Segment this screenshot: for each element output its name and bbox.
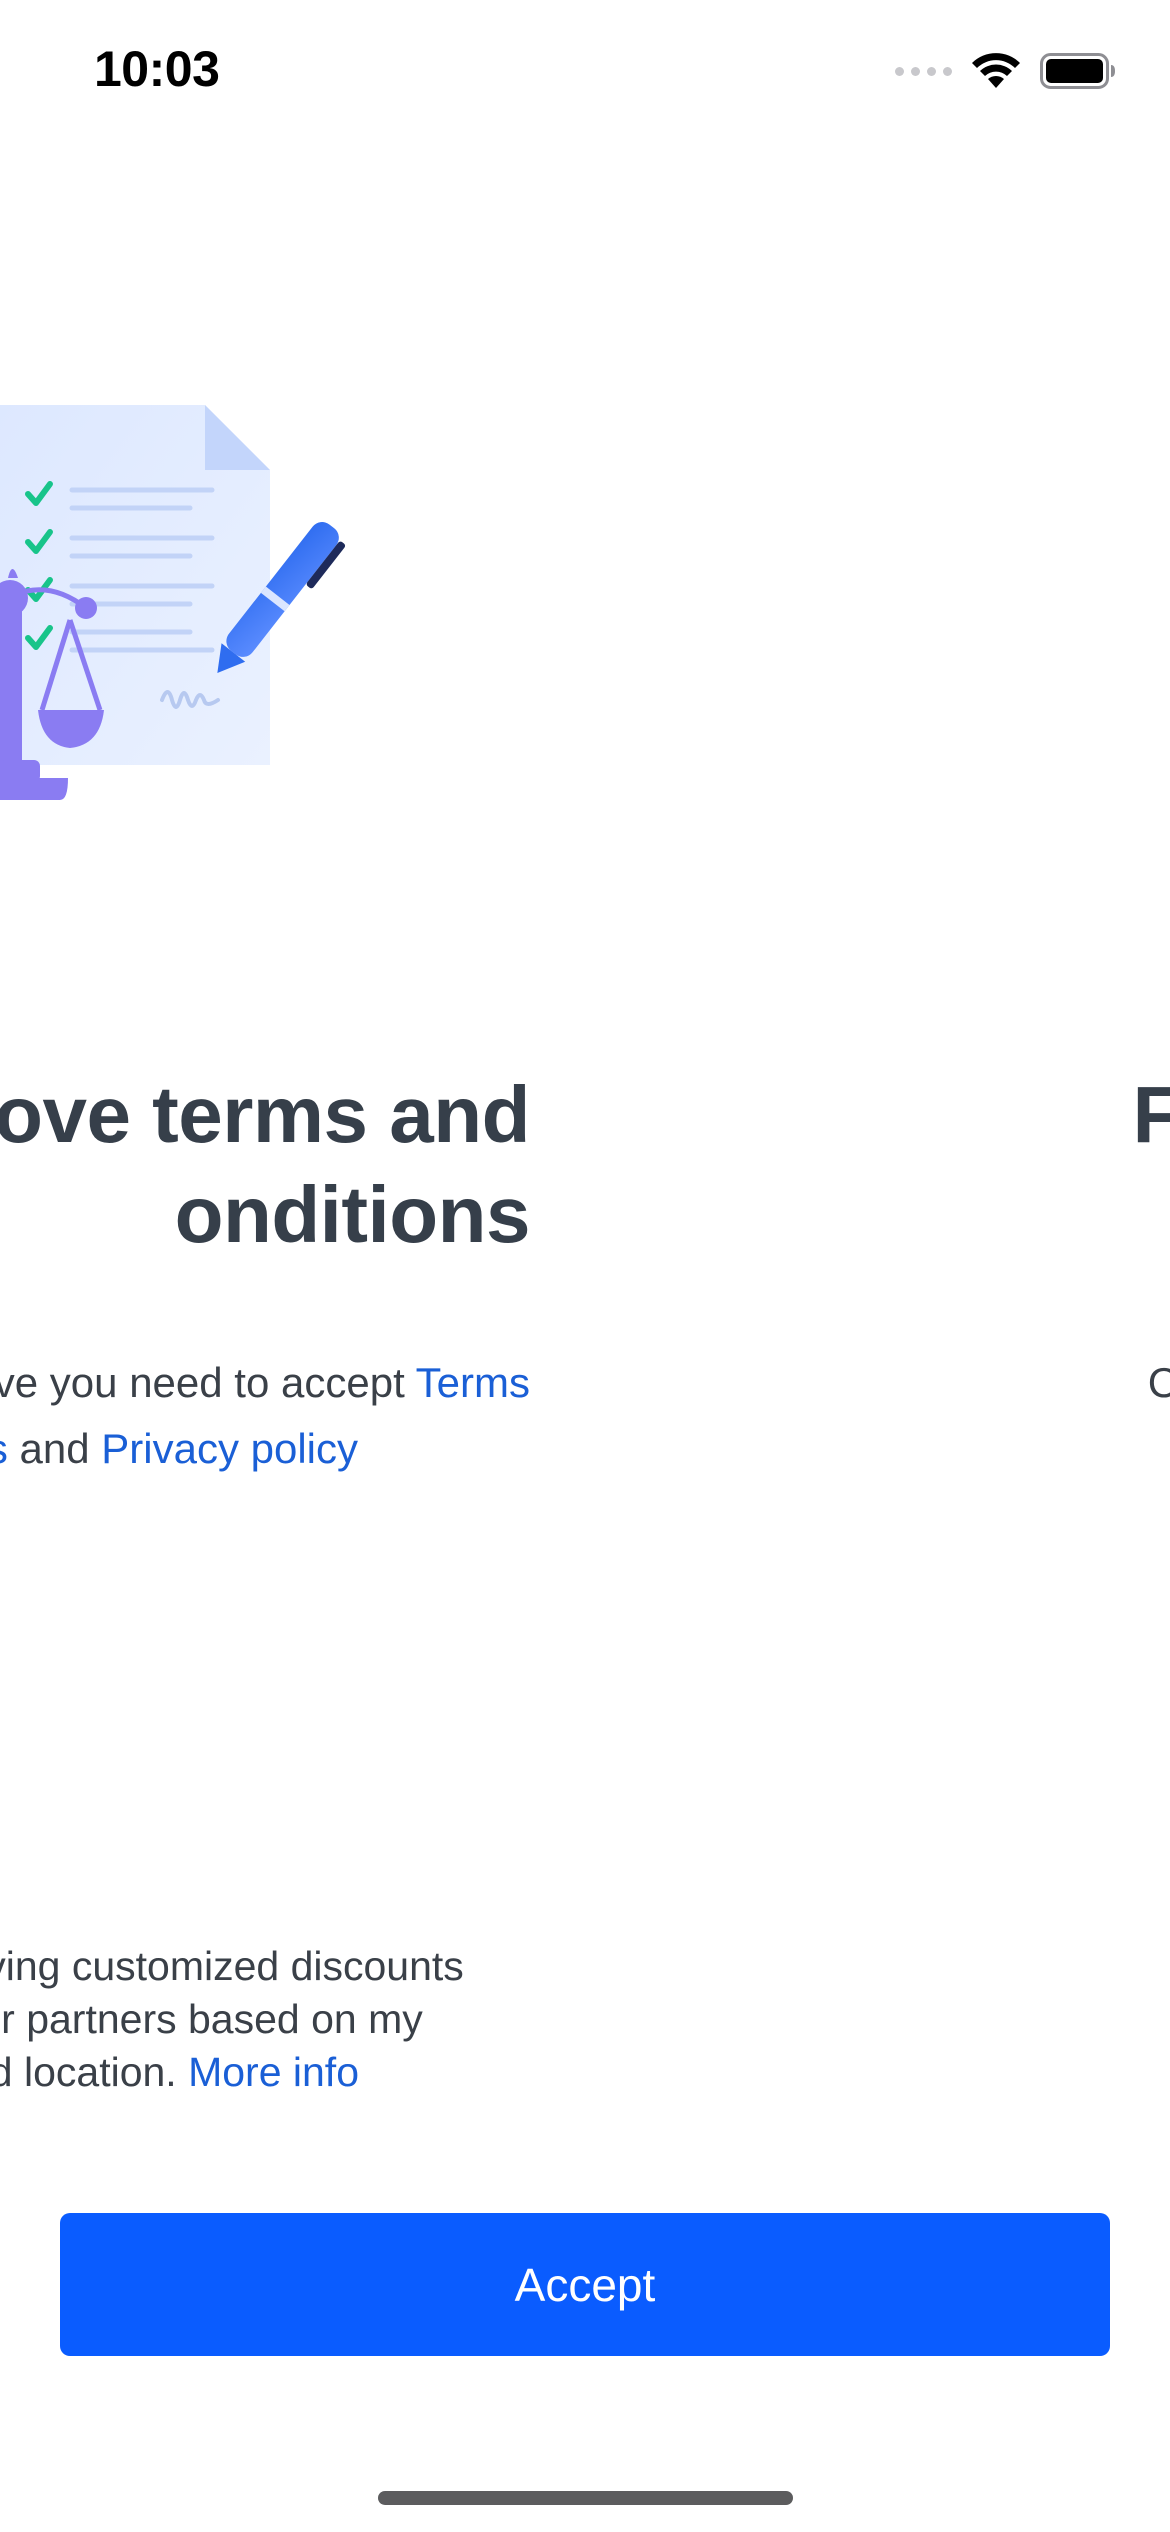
terms-link[interactable]: Terms: [416, 1359, 530, 1406]
body-text: plac: [760, 1416, 1170, 1482]
slide-title: ove terms and onditions: [0, 1065, 531, 1265]
slide-find: Find the f tr Citymove will find plac: [760, 0, 1170, 2532]
consent-line: eceiving customized discounts: [0, 1943, 464, 1989]
slide-title-line: ove terms and: [0, 1070, 531, 1159]
body-text: Citymove will find: [1147, 1359, 1170, 1406]
slide-title-line: Find the f: [1132, 1070, 1170, 1159]
accept-button[interactable]: Accept: [60, 2213, 1110, 2356]
marketing-consent-text[interactable]: eceiving customized discounts m our part…: [0, 1940, 690, 2099]
terms-illustration: [0, 405, 346, 800]
consent-line: m our partners based on my: [0, 1996, 423, 2042]
onboarding-carousel[interactable]: ove terms and onditions move you need to…: [0, 0, 1170, 2532]
onboarding-screen: 10:03 ove terms and onditions move you n…: [0, 0, 1170, 2532]
slide-terms: ove terms and onditions move you need to…: [0, 0, 531, 2532]
body-text: and: [7, 1425, 102, 1472]
slide-title: Find the f tr: [760, 1065, 1170, 1265]
body-text: move you need to accept: [0, 1359, 405, 1406]
slide-body: move you need to accept Terms ions and P…: [0, 1350, 530, 1482]
slide-title-line: onditions: [174, 1170, 531, 1259]
slide-body: Citymove will find plac: [760, 1350, 1170, 1482]
consent-line: o and location.: [0, 2049, 177, 2095]
home-indicator[interactable]: [378, 2491, 793, 2505]
privacy-policy-link[interactable]: Privacy policy: [101, 1425, 358, 1472]
terms-link-continued[interactable]: ions: [0, 1425, 8, 1472]
slide-title-line: tr: [760, 1165, 1170, 1265]
more-info-link[interactable]: More info: [188, 2049, 359, 2095]
